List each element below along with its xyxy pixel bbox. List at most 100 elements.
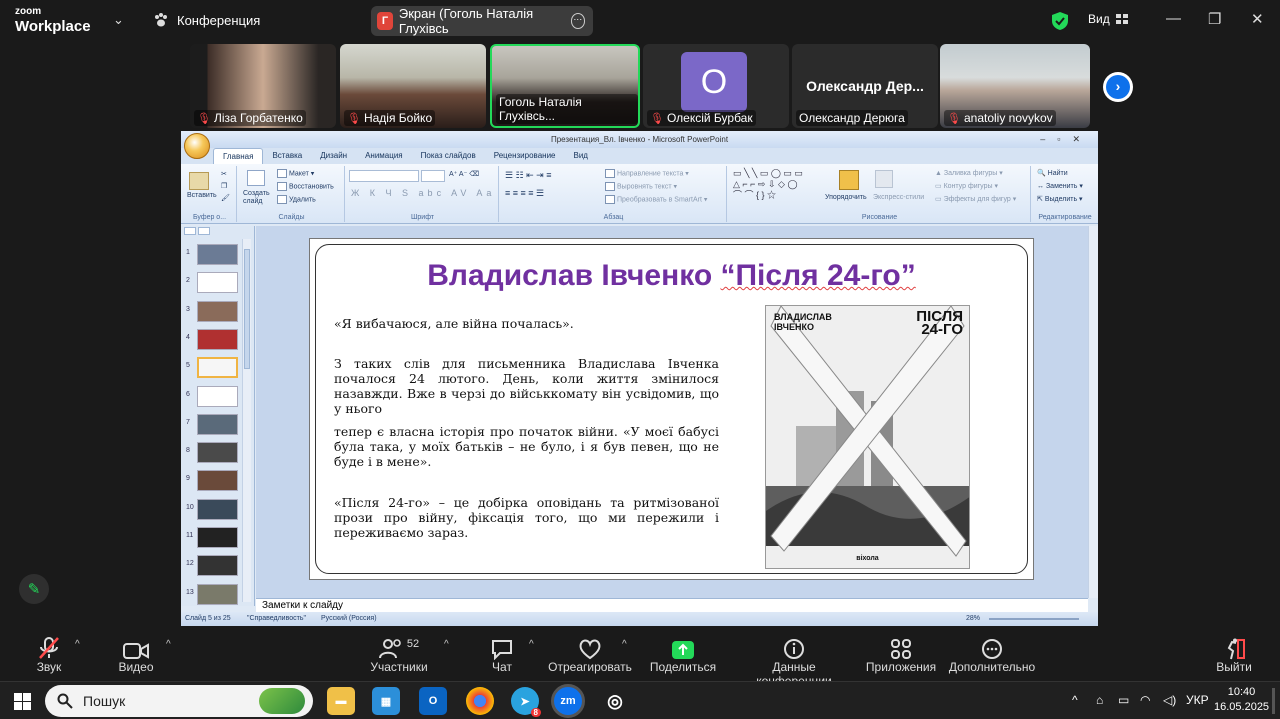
participants-button[interactable]: 52 Участники bbox=[368, 634, 430, 674]
paste-button[interactable]: Вставить bbox=[187, 192, 217, 199]
status-zoom[interactable]: 28% bbox=[966, 612, 980, 626]
meeting-info[interactable]: Конференция bbox=[153, 12, 260, 28]
quick-styles-button[interactable]: Экспресс-стили bbox=[873, 194, 924, 201]
slides-pane-scrollbar[interactable] bbox=[242, 239, 251, 602]
font-style-buttons[interactable]: Ж К Ч S abc AV Aa bbox=[351, 188, 495, 198]
more-icon[interactable]: ··· bbox=[570, 13, 585, 29]
share-indicator[interactable]: Г Экран (Гоголь Наталія Глухівсь ··· bbox=[371, 6, 593, 36]
tab-review[interactable]: Рецензирование bbox=[485, 148, 565, 164]
font-name-select[interactable] bbox=[349, 170, 419, 182]
slide-thumbnail[interactable] bbox=[197, 555, 238, 577]
volume-icon[interactable]: ◁) bbox=[1163, 693, 1176, 707]
chat-options-caret[interactable]: ^ bbox=[529, 639, 534, 650]
participant-tile[interactable]: 🎙 Надія Бойко bbox=[340, 44, 486, 128]
slide-thumbnail[interactable] bbox=[197, 470, 238, 492]
reset-button[interactable]: Восстановить bbox=[277, 182, 334, 191]
apps-button[interactable]: Приложения bbox=[864, 634, 938, 674]
video-button[interactable]: Видео bbox=[112, 634, 160, 674]
font-size-buttons[interactable]: A⁺ A⁻ ⌫ bbox=[449, 170, 479, 178]
copy-icon[interactable]: ❐ bbox=[221, 182, 227, 190]
font-size-select[interactable] bbox=[421, 170, 445, 182]
language-indicator[interactable]: УКР bbox=[1186, 693, 1209, 707]
participant-tile[interactable]: 🎙 Ліза Горбатенко bbox=[190, 44, 336, 128]
cut-icon[interactable]: ✂ bbox=[221, 170, 227, 178]
chevron-down-icon[interactable]: ⌄ bbox=[113, 12, 124, 28]
find-button[interactable]: 🔍 Найти bbox=[1037, 169, 1068, 177]
telegram-icon[interactable]: ➤ 8 bbox=[511, 687, 541, 717]
format-painter-icon[interactable]: 🖌 bbox=[221, 194, 230, 202]
tab-outline[interactable] bbox=[198, 227, 210, 235]
slide-thumbnail[interactable] bbox=[197, 385, 238, 407]
shape-effects-button[interactable]: ▭ Эффекты для фигур ▾ bbox=[935, 195, 1016, 203]
tray-overflow-icon[interactable]: ^ bbox=[1072, 693, 1078, 707]
windows-start-icon[interactable] bbox=[14, 693, 31, 715]
battery-icon[interactable]: ▭ bbox=[1118, 693, 1129, 707]
audio-button[interactable]: Звук bbox=[28, 634, 70, 674]
show-desktop-button[interactable] bbox=[1272, 688, 1275, 714]
list-buttons[interactable]: ☰ ☷ ⇤ ⇥ ≡ bbox=[505, 170, 551, 181]
more-button[interactable]: Дополнительно bbox=[948, 634, 1036, 674]
store-icon[interactable]: ▦ bbox=[372, 687, 400, 715]
scroll-thumb[interactable] bbox=[244, 249, 250, 369]
text-direction-button[interactable]: Направление текста ▾ bbox=[605, 169, 689, 178]
notes-pane[interactable]: Заметки к слайду bbox=[256, 598, 1088, 612]
shapes-gallery[interactable]: ▭ ╲ ╲ ▭ ◯ ▭ ▭ △ ⌐ ⌐ ⇨ ⇩ ◇ ◯ ⌒ ⌒ { } ☆ bbox=[733, 168, 803, 201]
slide-thumbnail[interactable] bbox=[197, 527, 238, 548]
obs-icon[interactable]: ◎ bbox=[601, 687, 629, 715]
share-button[interactable]: Поделиться bbox=[648, 634, 718, 674]
react-options-caret[interactable]: ^ bbox=[622, 639, 627, 650]
slide-thumbnail[interactable] bbox=[197, 357, 238, 379]
zoom-taskbar-icon[interactable]: zm bbox=[551, 684, 585, 718]
align-buttons[interactable]: ≡ ≡ ≡ ≡ ☰ bbox=[505, 188, 544, 199]
office-button[interactable] bbox=[184, 133, 210, 159]
wifi-icon[interactable]: ◠ bbox=[1140, 693, 1150, 707]
tab-insert[interactable]: Вставка bbox=[263, 148, 311, 164]
slide-thumbnail[interactable] bbox=[197, 498, 238, 520]
meeting-info-button[interactable]: Данные конференции bbox=[734, 634, 854, 688]
arrange-button[interactable]: Упорядочить bbox=[825, 194, 867, 201]
replace-button[interactable]: ↔ Заменить ▾ bbox=[1037, 182, 1083, 190]
view-button[interactable]: Вид bbox=[1088, 12, 1128, 26]
ppt-window-controls[interactable]: ‒▫✕ bbox=[1040, 131, 1092, 148]
tab-home[interactable]: Главная bbox=[213, 148, 264, 164]
tab-design[interactable]: Дизайн bbox=[311, 148, 356, 164]
slide-thumbnail[interactable] bbox=[197, 442, 238, 464]
slide-thumbnail[interactable] bbox=[197, 328, 238, 350]
file-explorer-icon[interactable]: ▬ bbox=[327, 687, 355, 715]
chrome-icon[interactable] bbox=[466, 687, 494, 715]
outlook-icon[interactable]: O bbox=[419, 687, 447, 715]
new-slide-button[interactable]: Создать слайд bbox=[243, 190, 277, 206]
tab-view[interactable]: Вид bbox=[565, 148, 597, 164]
delete-slide-button[interactable]: Удалить bbox=[277, 195, 316, 204]
layout-button[interactable]: Макет ▾ bbox=[277, 169, 314, 178]
slide-canvas[interactable]: Владислав Івченко “Після 24-го” «Я вибач… bbox=[309, 238, 1034, 580]
restore-icon[interactable]: ❐ bbox=[1208, 10, 1221, 28]
shape-outline-button[interactable]: ▭ Контур фигуры ▾ bbox=[935, 182, 998, 190]
react-button[interactable]: Отреагировать bbox=[548, 634, 632, 674]
editor-scrollbar[interactable] bbox=[1088, 226, 1098, 598]
participant-tile[interactable]: Олександр Дер... Олександр Дерюга bbox=[792, 44, 938, 128]
chat-button[interactable]: Чат bbox=[484, 634, 520, 674]
slide-thumbnail[interactable] bbox=[197, 272, 238, 294]
new-slide-icon[interactable] bbox=[247, 170, 265, 186]
shape-fill-button[interactable]: ▲ Заливка фигуры ▾ bbox=[935, 169, 1003, 177]
clock[interactable]: 10:40 16.05.2025 bbox=[1214, 685, 1269, 715]
smartart-button[interactable]: Преобразовать в SmartArt ▾ bbox=[605, 195, 707, 204]
slide-thumbnail[interactable] bbox=[197, 413, 238, 435]
video-options-caret[interactable]: ^ bbox=[166, 639, 171, 650]
quick-styles-icon[interactable] bbox=[875, 170, 893, 188]
tab-slideshow[interactable]: Показ слайдов bbox=[412, 148, 485, 164]
participants-options-caret[interactable]: ^ bbox=[444, 639, 449, 650]
next-participants-button[interactable]: › bbox=[1103, 72, 1133, 102]
tab-slides[interactable] bbox=[184, 227, 196, 235]
participant-tile[interactable]: 🎙 anatoliy novykov bbox=[940, 44, 1090, 128]
zoom-slider[interactable] bbox=[989, 618, 1079, 620]
network-icon[interactable]: ⌂ bbox=[1096, 693, 1103, 707]
close-icon[interactable]: ✕ bbox=[1251, 10, 1264, 28]
minimize-icon[interactable]: — bbox=[1166, 10, 1181, 27]
participant-tile-active[interactable]: Гоголь Наталія Глухівсь... bbox=[490, 44, 640, 128]
taskbar-search[interactable]: Пошук bbox=[45, 685, 313, 717]
shield-icon[interactable] bbox=[1051, 11, 1069, 36]
participant-tile[interactable]: O 🎙 Олексій Бурбак bbox=[643, 44, 789, 128]
align-text-button[interactable]: Выровнять текст ▾ bbox=[605, 182, 677, 191]
